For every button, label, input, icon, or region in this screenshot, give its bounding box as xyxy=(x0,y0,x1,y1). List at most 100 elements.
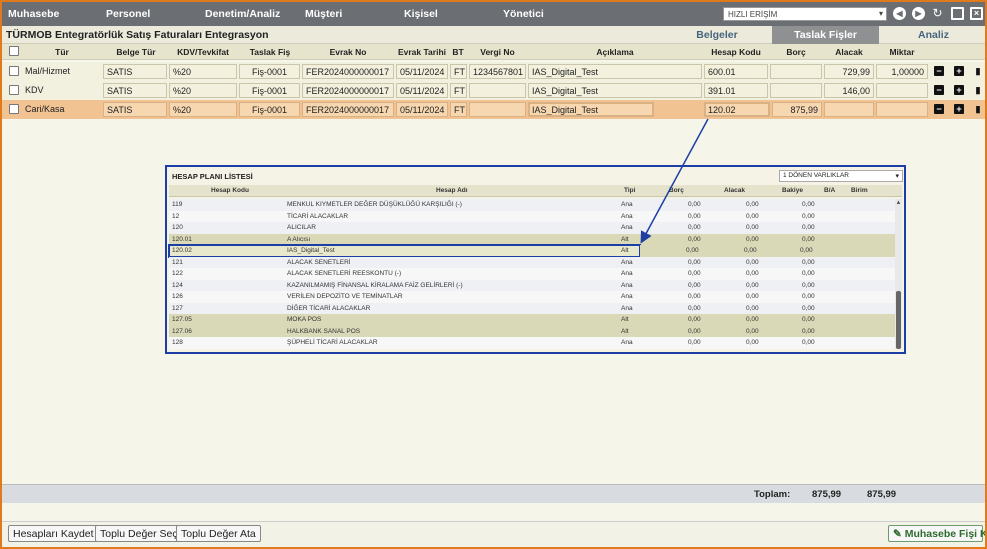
cell-hesap-kodu[interactable]: 391.01 xyxy=(704,83,768,98)
add-row-icon[interactable]: + xyxy=(954,104,964,114)
cell-vergi-no[interactable] xyxy=(469,83,526,98)
item-credit: 0,00 xyxy=(746,212,759,220)
list-item[interactable]: 119 MENKUL KIYMETLER DEĞER DÜŞÜKLÜĞÜ KAR… xyxy=(169,199,895,211)
document-icon[interactable]: ▮ xyxy=(973,85,983,95)
cell-kdv[interactable]: %20 xyxy=(169,102,237,117)
cell-taslak-fis[interactable]: Fiş-0001 xyxy=(239,64,300,79)
cell-borc[interactable] xyxy=(770,64,822,79)
remove-row-icon[interactable]: − xyxy=(934,85,944,95)
tab-taslak-fisler[interactable]: Taslak Fişler xyxy=(772,26,879,44)
list-item[interactable]: 127.05 MOKA POS Alt 0,00 0,00 0,00 xyxy=(169,314,895,326)
cell-taslak-fis[interactable]: Fiş-0001 xyxy=(239,102,300,117)
select-all-checkbox[interactable] xyxy=(9,46,19,56)
cell-evrak-tarihi[interactable]: 05/11/2024 xyxy=(396,83,448,98)
cell-evrak-no[interactable]: FER2024000000017 xyxy=(302,64,394,79)
page-title-bar: TÜRMOB Entegratörlük Satış Faturaları En… xyxy=(2,26,985,44)
cell-belge-tur[interactable]: SATIS xyxy=(103,83,167,98)
cell-aciklama[interactable]: IAS_Digital_Test xyxy=(528,102,654,117)
nav-kisisel[interactable]: Kişisel xyxy=(404,8,438,20)
save-accounts-button[interactable]: Hesapları Kaydet xyxy=(8,525,99,542)
cell-kdv[interactable]: %20 xyxy=(169,64,237,79)
list-item[interactable]: 127 DİĞER TİCARİ ALACAKLAR Ana 0,00 0,00… xyxy=(169,302,895,314)
scroll-thumb[interactable] xyxy=(896,291,901,349)
nav-denetim-analiz[interactable]: Denetim/Analiz xyxy=(205,8,280,20)
cell-borc[interactable] xyxy=(770,83,822,98)
quick-access-select[interactable]: HIZLI ERİŞİM ▾ xyxy=(723,7,887,21)
document-icon[interactable]: ▮ xyxy=(973,104,983,114)
cell-evrak-no[interactable]: FER2024000000017 xyxy=(302,102,394,117)
cell-belge-tur[interactable]: SATIS xyxy=(103,102,167,117)
cell-tur: Mal/Hizmet xyxy=(25,66,71,76)
cell-alacak[interactable] xyxy=(824,102,874,117)
cell-kdv[interactable]: %20 xyxy=(169,83,237,98)
cell-miktar[interactable] xyxy=(876,83,928,98)
list-item[interactable]: 126 VERİLEN DEPOZİTO VE TEMİNATLAR Ana 0… xyxy=(169,291,895,303)
account-group-select[interactable]: 1 DÖNEN VARLIKLAR ▾ xyxy=(779,170,903,182)
nav-musteri[interactable]: Müşteri xyxy=(305,8,342,20)
item-credit: 0,00 xyxy=(746,235,759,243)
cell-belge-tur[interactable]: SATIS xyxy=(103,64,167,79)
cell-miktar[interactable] xyxy=(876,102,928,117)
add-row-icon[interactable]: + xyxy=(954,66,964,76)
cell-bt[interactable]: FT xyxy=(450,64,467,79)
create-slip-button[interactable]: ✎ Muhasebe Fişi Kes xyxy=(888,525,985,542)
list-item[interactable]: 12 TİCARİ ALACAKLAR Ana 0,00 0,00 0,00 xyxy=(169,210,895,222)
item-debit: 0,00 xyxy=(688,212,701,220)
item-debit: 0,00 xyxy=(688,235,701,243)
cell-alacak[interactable]: 729,99 xyxy=(824,64,874,79)
list-item[interactable]: 122 ALACAK SENETLERİ REESKONTU (-) Ana 0… xyxy=(169,268,895,280)
add-row-icon[interactable]: + xyxy=(954,85,964,95)
scroll-up-icon[interactable]: ▲ xyxy=(895,199,902,207)
popup-scrollbar[interactable]: ▲ xyxy=(895,199,902,349)
refresh-icon[interactable]: ↻ xyxy=(931,7,944,20)
cell-miktar[interactable]: 1,00000 xyxy=(876,64,928,79)
list-item[interactable]: 120.01 A Alıcısı Alt 0,00 0,00 0,00 xyxy=(169,233,895,245)
row-checkbox[interactable] xyxy=(9,66,19,76)
cell-hesap-kodu[interactable]: 120.02 xyxy=(704,102,770,117)
table-row[interactable]: Mal/Hizmet SATIS %20 Fiş-0001 FER2024000… xyxy=(2,62,985,81)
item-code: 128 xyxy=(172,339,183,346)
item-balance: 0,00 xyxy=(802,304,815,312)
maximize-icon[interactable] xyxy=(951,7,964,20)
list-item-selected-values[interactable]: 0,00 0,00 0,00 xyxy=(640,245,895,257)
cell-taslak-fis[interactable]: Fiş-0001 xyxy=(239,83,300,98)
cell-vergi-no[interactable]: 1234567801 xyxy=(469,64,526,79)
bulk-assign-button[interactable]: Toplu Değer Ata xyxy=(176,525,261,542)
cell-vergi-no[interactable] xyxy=(469,102,526,117)
account-group-value: 1 DÖNEN VARLIKLAR xyxy=(783,172,849,179)
list-item[interactable]: 120 ALICILAR Ana 0,00 0,00 0,00 xyxy=(169,222,895,234)
cell-aciklama[interactable]: IAS_Digital_Test xyxy=(528,64,702,79)
cell-evrak-tarihi[interactable]: 05/11/2024 xyxy=(396,102,448,117)
cell-evrak-tarihi[interactable]: 05/11/2024 xyxy=(396,64,448,79)
row-checkbox[interactable] xyxy=(9,104,19,114)
nav-yonetici[interactable]: Yönetici xyxy=(503,8,544,20)
forward-icon[interactable]: ▶ xyxy=(912,7,925,20)
cell-aciklama[interactable]: IAS_Digital_Test xyxy=(528,83,702,98)
remove-row-icon[interactable]: − xyxy=(934,66,944,76)
table-row-selected[interactable]: Cari/Kasa SATIS %20 Fiş-0001 FER20240000… xyxy=(2,100,985,119)
item-debit: 0,00 xyxy=(688,316,701,323)
cell-alacak[interactable]: 146,00 xyxy=(824,83,874,98)
list-item[interactable]: 121 ALACAK SENETLERİ Ana 0,00 0,00 0,00 xyxy=(169,256,895,268)
cell-bt[interactable]: FT xyxy=(450,102,467,117)
remove-row-icon[interactable]: − xyxy=(934,104,944,114)
row-checkbox[interactable] xyxy=(9,85,19,95)
back-icon[interactable]: ◀ xyxy=(893,7,906,20)
table-row[interactable]: KDV SATIS %20 Fiş-0001 FER2024000000017 … xyxy=(2,81,985,100)
cell-hesap-kodu[interactable]: 600.01 xyxy=(704,64,768,79)
list-item[interactable]: 124 KAZANILMAMIŞ FİNANSAL KİRALAMA FAİZ … xyxy=(169,279,895,291)
cell-borc[interactable]: 875,99 xyxy=(772,102,822,117)
app-frame: Muhasebe Personel Denetim/Analiz Müşteri… xyxy=(0,0,987,549)
document-icon[interactable]: ▮ xyxy=(973,66,983,76)
cell-bt[interactable]: FT xyxy=(450,83,467,98)
nav-personel[interactable]: Personel xyxy=(106,8,150,20)
tab-belgeler[interactable]: Belgeler xyxy=(673,26,761,44)
list-item[interactable]: 127.06 HALKBANK SANAL POS Alt 0,00 0,00 … xyxy=(169,325,895,337)
list-item-selected[interactable]: 120.02 IAS_Digital_Test Alt xyxy=(168,244,641,258)
cell-evrak-no[interactable]: FER2024000000017 xyxy=(302,83,394,98)
list-item[interactable]: 128 ŞÜPHELİ TİCARİ ALACAKLAR Ana 0,00 0,… xyxy=(169,337,895,349)
nav-muhasebe[interactable]: Muhasebe xyxy=(8,8,59,20)
close-icon[interactable]: × xyxy=(970,7,983,20)
bulk-select-button[interactable]: Toplu Değer Seç xyxy=(95,525,183,542)
tab-analiz[interactable]: Analiz xyxy=(886,26,981,44)
